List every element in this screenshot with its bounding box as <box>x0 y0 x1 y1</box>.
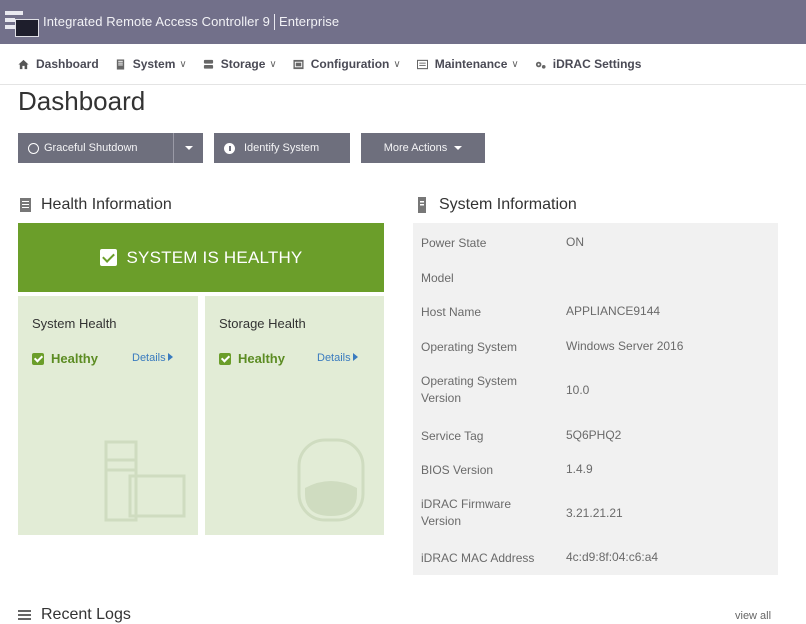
product-name: Integrated Remote Access Controller 9 <box>43 13 270 29</box>
nav-maintenance[interactable]: Maintenance ∨ <box>416 57 519 71</box>
identify-system-label: Identify System <box>244 142 320 154</box>
system-health-status: Healthy <box>32 351 98 366</box>
settings-icon <box>535 61 546 69</box>
info-value: APPLIANCE9144 <box>566 304 661 318</box>
storage-health-status: Healthy <box>219 351 285 366</box>
storage-health-title: Storage Health <box>219 316 306 331</box>
server-icon <box>418 197 426 213</box>
info-value: 5Q6PHQ2 <box>566 428 622 442</box>
storage-drive-icon <box>297 438 365 522</box>
caret-down-icon <box>454 146 463 150</box>
info-icon <box>224 142 235 154</box>
storage-health-status-label: Healthy <box>238 351 285 366</box>
more-actions-label: More Actions <box>383 142 448 154</box>
nav-configuration-label: Configuration <box>310 57 390 71</box>
triangle-right-icon <box>167 353 173 361</box>
nav-system[interactable]: System ∨ <box>115 57 187 71</box>
action-toolbar: Graceful Shutdown Identify System More A… <box>18 133 485 163</box>
chevron-down-icon: ∨ <box>511 58 519 70</box>
info-value: 1.4.9 <box>566 462 593 476</box>
details-label: Details <box>132 352 166 364</box>
caret-down-icon <box>184 146 193 150</box>
info-label: iDRAC Firmware Version <box>421 497 511 528</box>
server-icon <box>116 58 124 70</box>
info-label: iDRAC MAC Address <box>421 551 535 565</box>
info-value: Windows Server 2016 <box>566 339 684 353</box>
home-icon <box>18 59 29 69</box>
page-title: Dashboard <box>18 86 146 116</box>
system-info-section-title: System Information <box>439 196 577 213</box>
system-info-section-header: System Information <box>417 196 577 214</box>
nav-dashboard[interactable]: Dashboard <box>18 57 99 71</box>
chevron-down-icon: ∨ <box>269 58 277 70</box>
details-label: Details <box>317 352 351 364</box>
system-info-table: Power State ON Model Host Name APPLIANCE… <box>413 223 778 575</box>
view-all-logs-link[interactable]: view all <box>735 610 771 622</box>
healthy-banner-text: SYSTEM IS HEALTHY <box>126 247 303 267</box>
health-section-header: Health Information <box>20 196 172 214</box>
graceful-shutdown-button[interactable]: Graceful Shutdown <box>18 133 173 163</box>
info-label: Power State <box>421 236 487 250</box>
check-icon <box>32 352 44 365</box>
info-label: Host Name <box>421 305 482 319</box>
health-icon <box>20 198 31 212</box>
power-icon <box>28 142 39 154</box>
recent-logs-title: Recent Logs <box>41 606 131 623</box>
idrac-logo-icon <box>5 7 39 37</box>
nav-idrac-settings-label: iDRAC Settings <box>552 57 642 71</box>
storage-health-details-link[interactable]: Details <box>317 352 358 364</box>
check-icon <box>219 352 231 365</box>
nav-maintenance-label: Maintenance <box>434 57 508 71</box>
info-label: Service Tag <box>421 429 484 443</box>
nav-storage-label: Storage <box>220 57 266 71</box>
system-health-details-link[interactable]: Details <box>132 352 173 364</box>
system-health-status-label: Healthy <box>51 351 98 366</box>
info-value: 3.21.21.21 <box>566 506 623 520</box>
nav-system-label: System <box>132 57 176 71</box>
maintenance-icon <box>416 59 428 69</box>
recent-logs-header: Recent Logs <box>18 606 131 624</box>
edition-label: Enterprise <box>278 13 340 29</box>
info-label: BIOS Version <box>421 463 494 477</box>
nav-storage[interactable]: Storage ∨ <box>203 57 277 71</box>
info-value: ON <box>566 235 584 249</box>
graceful-shutdown-label: Graceful Shutdown <box>44 142 138 154</box>
nav-configuration[interactable]: Configuration ∨ <box>293 57 401 71</box>
info-label: Model <box>421 271 454 285</box>
config-icon <box>293 59 304 69</box>
info-value: 4c:d9:8f:04:c6:a4 <box>566 550 659 564</box>
health-section-title: Health Information <box>41 196 172 213</box>
title-separator <box>273 14 275 31</box>
shutdown-options-dropdown[interactable] <box>173 133 203 163</box>
triangle-right-icon <box>352 353 358 361</box>
chevron-down-icon: ∨ <box>179 58 187 70</box>
nav-dashboard-label: Dashboard <box>36 57 99 71</box>
storage-health-card: Storage Health Healthy Details <box>205 296 384 535</box>
more-actions-button[interactable]: More Actions <box>361 133 485 163</box>
nav-idrac-settings[interactable]: iDRAC Settings <box>535 57 642 71</box>
title-bar: Integrated Remote Access Controller 9 Ent… <box>0 0 806 44</box>
info-label: Operating System Version <box>421 374 518 405</box>
app-title: Integrated Remote Access Controller 9 Ent… <box>43 14 339 31</box>
system-health-title: System Health <box>32 316 117 331</box>
info-value: 10.0 <box>566 383 590 397</box>
system-healthy-banner: SYSTEM IS HEALTHY <box>18 223 384 292</box>
chevron-down-icon: ∨ <box>393 58 401 70</box>
check-icon <box>99 249 117 266</box>
system-health-card: System Health Healthy Details <box>18 296 198 535</box>
identify-system-button[interactable]: Identify System <box>214 133 350 163</box>
main-nav: Dashboard System ∨ Storage ∨ Configurati… <box>0 44 806 85</box>
info-label: Operating System <box>421 340 518 354</box>
storage-icon <box>203 59 213 69</box>
server-tower-icon <box>104 440 186 522</box>
